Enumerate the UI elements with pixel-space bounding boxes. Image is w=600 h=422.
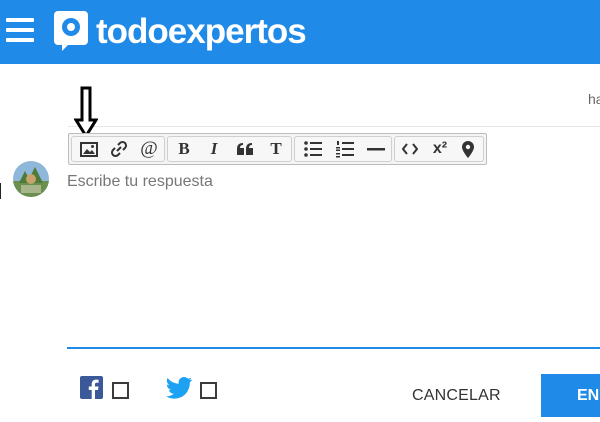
editor-toolbar: @ B I T x²	[68, 133, 487, 165]
code-button[interactable]	[396, 136, 424, 162]
quote-button[interactable]	[229, 136, 261, 162]
top-header: todoexpertos	[0, 0, 600, 64]
logo-text[interactable]: todoexpertos	[96, 10, 307, 54]
cancel-button[interactable]: CANCELAR	[412, 387, 501, 405]
link-button[interactable]	[104, 136, 134, 162]
map-pin-icon	[462, 140, 474, 158]
send-button[interactable]: EN	[541, 374, 600, 417]
twitter-share-checkbox[interactable]	[200, 382, 217, 399]
down-arrow-annotation-icon	[73, 86, 99, 139]
location-button[interactable]	[455, 136, 481, 162]
superscript-icon: x²	[432, 140, 448, 157]
text-button[interactable]: T	[261, 136, 291, 162]
image-button[interactable]	[74, 136, 104, 162]
facebook-share-checkbox[interactable]	[112, 382, 129, 399]
send-button-label: EN	[577, 387, 600, 404]
image-icon	[80, 141, 98, 157]
link-icon	[110, 140, 128, 158]
twitter-icon[interactable]	[166, 377, 193, 399]
user-avatar	[13, 161, 49, 197]
bold-icon: B	[178, 139, 190, 158]
code-icon	[402, 143, 418, 155]
bold-button[interactable]: B	[169, 136, 199, 162]
bullet-list-button[interactable]	[297, 136, 329, 162]
bullet-list-icon	[304, 141, 322, 157]
todoexpertos-logo-icon[interactable]	[54, 11, 88, 51]
text-icon: T	[270, 139, 282, 158]
editor-focus-underline	[67, 347, 600, 349]
facebook-icon[interactable]	[80, 376, 103, 399]
mention-button[interactable]: @	[134, 136, 164, 162]
quote-icon	[237, 143, 253, 155]
numbered-list-icon	[336, 141, 354, 158]
italic-button[interactable]: I	[199, 136, 229, 162]
at-icon: @	[140, 138, 158, 159]
text-caret	[0, 183, 1, 199]
superscript-button[interactable]: x²	[425, 136, 455, 162]
answer-editor[interactable]: Escribe tu respuesta	[67, 166, 600, 346]
answer-placeholder[interactable]: Escribe tu respuesta	[67, 173, 213, 191]
numbered-list-button[interactable]	[329, 136, 361, 162]
horizontal-rule-button[interactable]	[361, 136, 391, 162]
horizontal-rule-icon	[367, 148, 385, 151]
divider	[68, 126, 600, 127]
partial-text: ha	[588, 91, 600, 107]
menu-icon[interactable]	[6, 18, 34, 42]
italic-icon: I	[210, 139, 218, 158]
